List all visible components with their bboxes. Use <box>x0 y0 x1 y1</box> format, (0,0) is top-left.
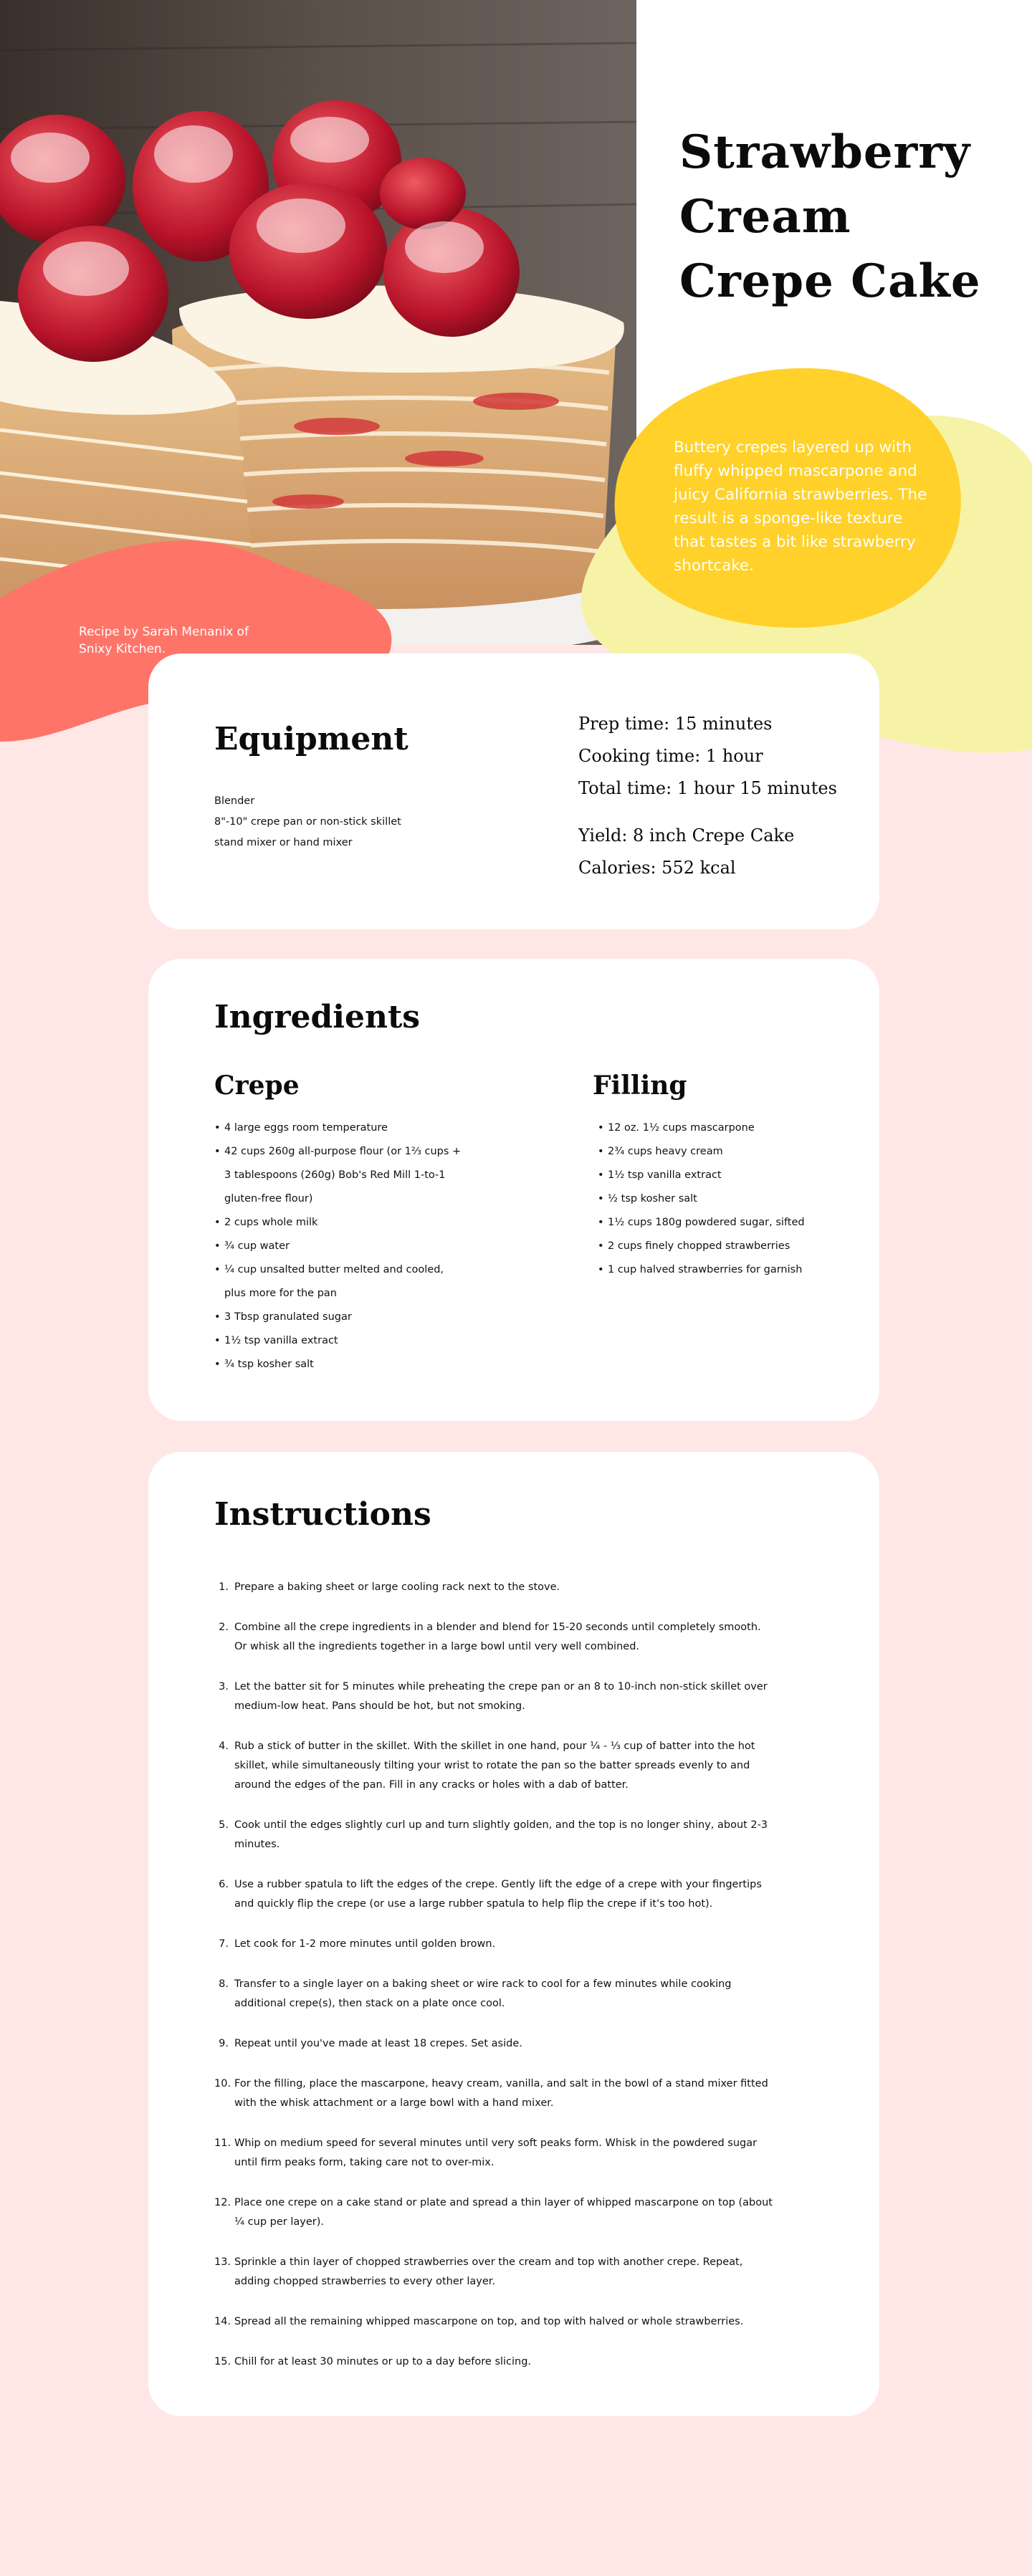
step-text: Combine all the crepe ingredients in a b… <box>234 1622 761 1652</box>
list-item: ¾ tsp kosher salt <box>214 1353 465 1376</box>
instruction-step: 1. Prepare a baking sheet or large coolin… <box>214 1578 773 1597</box>
equipment-heading: Equipment <box>214 721 408 757</box>
instruction-step: 11. Whip on medium speed for several minu… <box>214 2134 773 2173</box>
yield: Yield: 8 inch Crepe Cake <box>578 825 795 846</box>
equipment-item: Blender <box>214 795 255 807</box>
equipment-item: stand mixer or hand mixer <box>214 837 353 848</box>
instruction-step: 9. Repeat until you've made at least 18 c… <box>214 2034 773 2054</box>
instructions-heading: Instructions <box>214 1496 431 1533</box>
instruction-step: 7. Let cook for 1-2 more minutes until go… <box>214 1935 773 1954</box>
recipe-title: Strawberry Cream Crepe Cake <box>679 120 995 314</box>
title-line: Strawberry <box>679 125 971 179</box>
step-text: Place one crepe on a cake stand or plate… <box>234 2197 773 2228</box>
step-number: 1. <box>219 1581 229 1593</box>
step-number: 2. <box>219 1622 229 1633</box>
title-line: Crepe Cake <box>679 254 981 308</box>
instruction-step: 3. Let the batter sit for 5 minutes while… <box>214 1677 773 1716</box>
step-text: Chill for at least 30 minutes or up to a… <box>234 2356 532 2367</box>
equipment-card: Equipment Blender 8"-10" crepe pan or no… <box>148 653 879 929</box>
step-number: 11. <box>214 2137 231 2149</box>
step-number: 3. <box>219 1681 229 1692</box>
list-item: ¼ cup unsalted butter melted and cooled,… <box>214 1258 465 1306</box>
total-time: Total time: 1 hour 15 minutes <box>578 778 837 798</box>
step-text: Spread all the remaining whipped mascarp… <box>234 2316 744 2327</box>
instruction-step: 5. Cook until the edges slightly curl up … <box>214 1816 773 1854</box>
instruction-step: 4. Rub a stick of butter in the skillet. … <box>214 1737 773 1795</box>
step-text: Rub a stick of butter in the skillet. Wi… <box>234 1741 755 1791</box>
list-item: 1½ tsp vanilla extract <box>598 1164 834 1187</box>
ingredients-heading: Ingredients <box>214 999 421 1035</box>
instruction-step: 13. Sprinkle a thin layer of chopped stra… <box>214 2253 773 2292</box>
list-item: 2 cups whole milk <box>214 1211 465 1235</box>
step-text: Whip on medium speed for several minutes… <box>234 2137 758 2168</box>
crepe-ingredient-list: 4 large eggs room temperature 42 cups 26… <box>214 1116 465 1376</box>
step-text: Sprinkle a thin layer of chopped strawbe… <box>234 2256 743 2287</box>
crepe-heading: Crepe <box>214 1071 300 1101</box>
step-text: Cook until the edges slightly curl up an… <box>234 1819 768 1850</box>
step-number: 12. <box>214 2197 231 2208</box>
list-item: 1½ cups 180g powdered sugar, sifted <box>598 1211 834 1235</box>
step-number: 4. <box>219 1741 229 1752</box>
instruction-step: 6. Use a rubber spatula to lift the edges… <box>214 1875 773 1914</box>
title-line: Cream <box>679 190 851 244</box>
instruction-step: 8. Transfer to a single layer on a baking… <box>214 1975 773 2014</box>
equipment-list: Blender 8"-10" crepe pan or non-stick sk… <box>214 791 401 853</box>
recipe-credit: Recipe by Sarah Menanix of Snixy Kitchen… <box>79 625 249 656</box>
instructions-card: Instructions 1. Prepare a baking sheet or… <box>148 1452 879 2416</box>
list-item: 42 cups 260g all-purpose flour (or 1⅔ cu… <box>214 1140 465 1211</box>
step-text: Repeat until you've made at least 18 cre… <box>234 2038 522 2049</box>
filling-heading: Filling <box>593 1071 687 1101</box>
step-text: Use a rubber spatula to lift the edges o… <box>234 1879 762 1910</box>
step-number: 13. <box>214 2256 231 2268</box>
cooking-time: Cooking time: 1 hour <box>578 746 763 766</box>
list-item: 1½ tsp vanilla extract <box>214 1329 465 1353</box>
equipment-item: 8"-10" crepe pan or non-stick skillet <box>214 816 401 828</box>
step-text: Transfer to a single layer on a baking s… <box>234 1978 732 2009</box>
step-text: Prepare a baking sheet or large cooling … <box>234 1581 560 1593</box>
step-number: 5. <box>219 1819 229 1831</box>
yield-info: Yield: 8 inch Crepe Cake Calories: 552 k… <box>578 820 794 884</box>
step-text: Let cook for 1-2 more minutes until gold… <box>234 1938 496 1950</box>
instruction-steps: 1. Prepare a baking sheet or large coolin… <box>214 1578 773 2393</box>
filling-ingredient-list: 12 oz. 1½ cups mascarpone 2¾ cups heavy … <box>598 1116 834 1282</box>
step-text: For the filling, place the mascarpone, h… <box>234 2078 768 2109</box>
step-text: Let the batter sit for 5 minutes while p… <box>234 1681 768 1712</box>
list-item: ½ tsp kosher salt <box>598 1187 834 1211</box>
step-number: 14. <box>214 2316 231 2327</box>
step-number: 15. <box>214 2356 231 2367</box>
list-item: ¾ cup water <box>214 1235 465 1258</box>
instruction-step: 10. For the filling, place the mascarpone… <box>214 2074 773 2113</box>
list-item: 3 Tbsp granulated sugar <box>214 1306 465 1329</box>
recipe-description: Buttery crepes layered up with fluffy wh… <box>674 439 927 575</box>
list-item: 1 cup halved strawberries for garnish <box>598 1258 834 1282</box>
step-number: 7. <box>219 1938 229 1950</box>
step-number: 6. <box>219 1879 229 1890</box>
instruction-step: 15. Chill for at least 30 minutes or up t… <box>214 2352 773 2372</box>
calories: Calories: 552 kcal <box>578 858 736 878</box>
instruction-step: 12. Place one crepe on a cake stand or pl… <box>214 2193 773 2232</box>
step-number: 8. <box>219 1978 229 1990</box>
step-number: 9. <box>219 2038 229 2049</box>
list-item: 2 cups finely chopped strawberries <box>598 1235 834 1258</box>
instruction-step: 14. Spread all the remaining whipped masc… <box>214 2312 773 2332</box>
ingredients-card: Ingredients Crepe 4 large eggs room temp… <box>148 959 879 1421</box>
prep-time: Prep time: 15 minutes <box>578 714 773 734</box>
step-number: 10. <box>214 2078 231 2089</box>
instruction-step: 2. Combine all the crepe ingredients in a… <box>214 1618 773 1657</box>
time-info: Prep time: 15 minutes Cooking time: 1 ho… <box>578 708 837 805</box>
list-item: 4 large eggs room temperature <box>214 1116 465 1140</box>
list-item: 12 oz. 1½ cups mascarpone <box>598 1116 834 1140</box>
list-item: 2¾ cups heavy cream <box>598 1140 834 1164</box>
